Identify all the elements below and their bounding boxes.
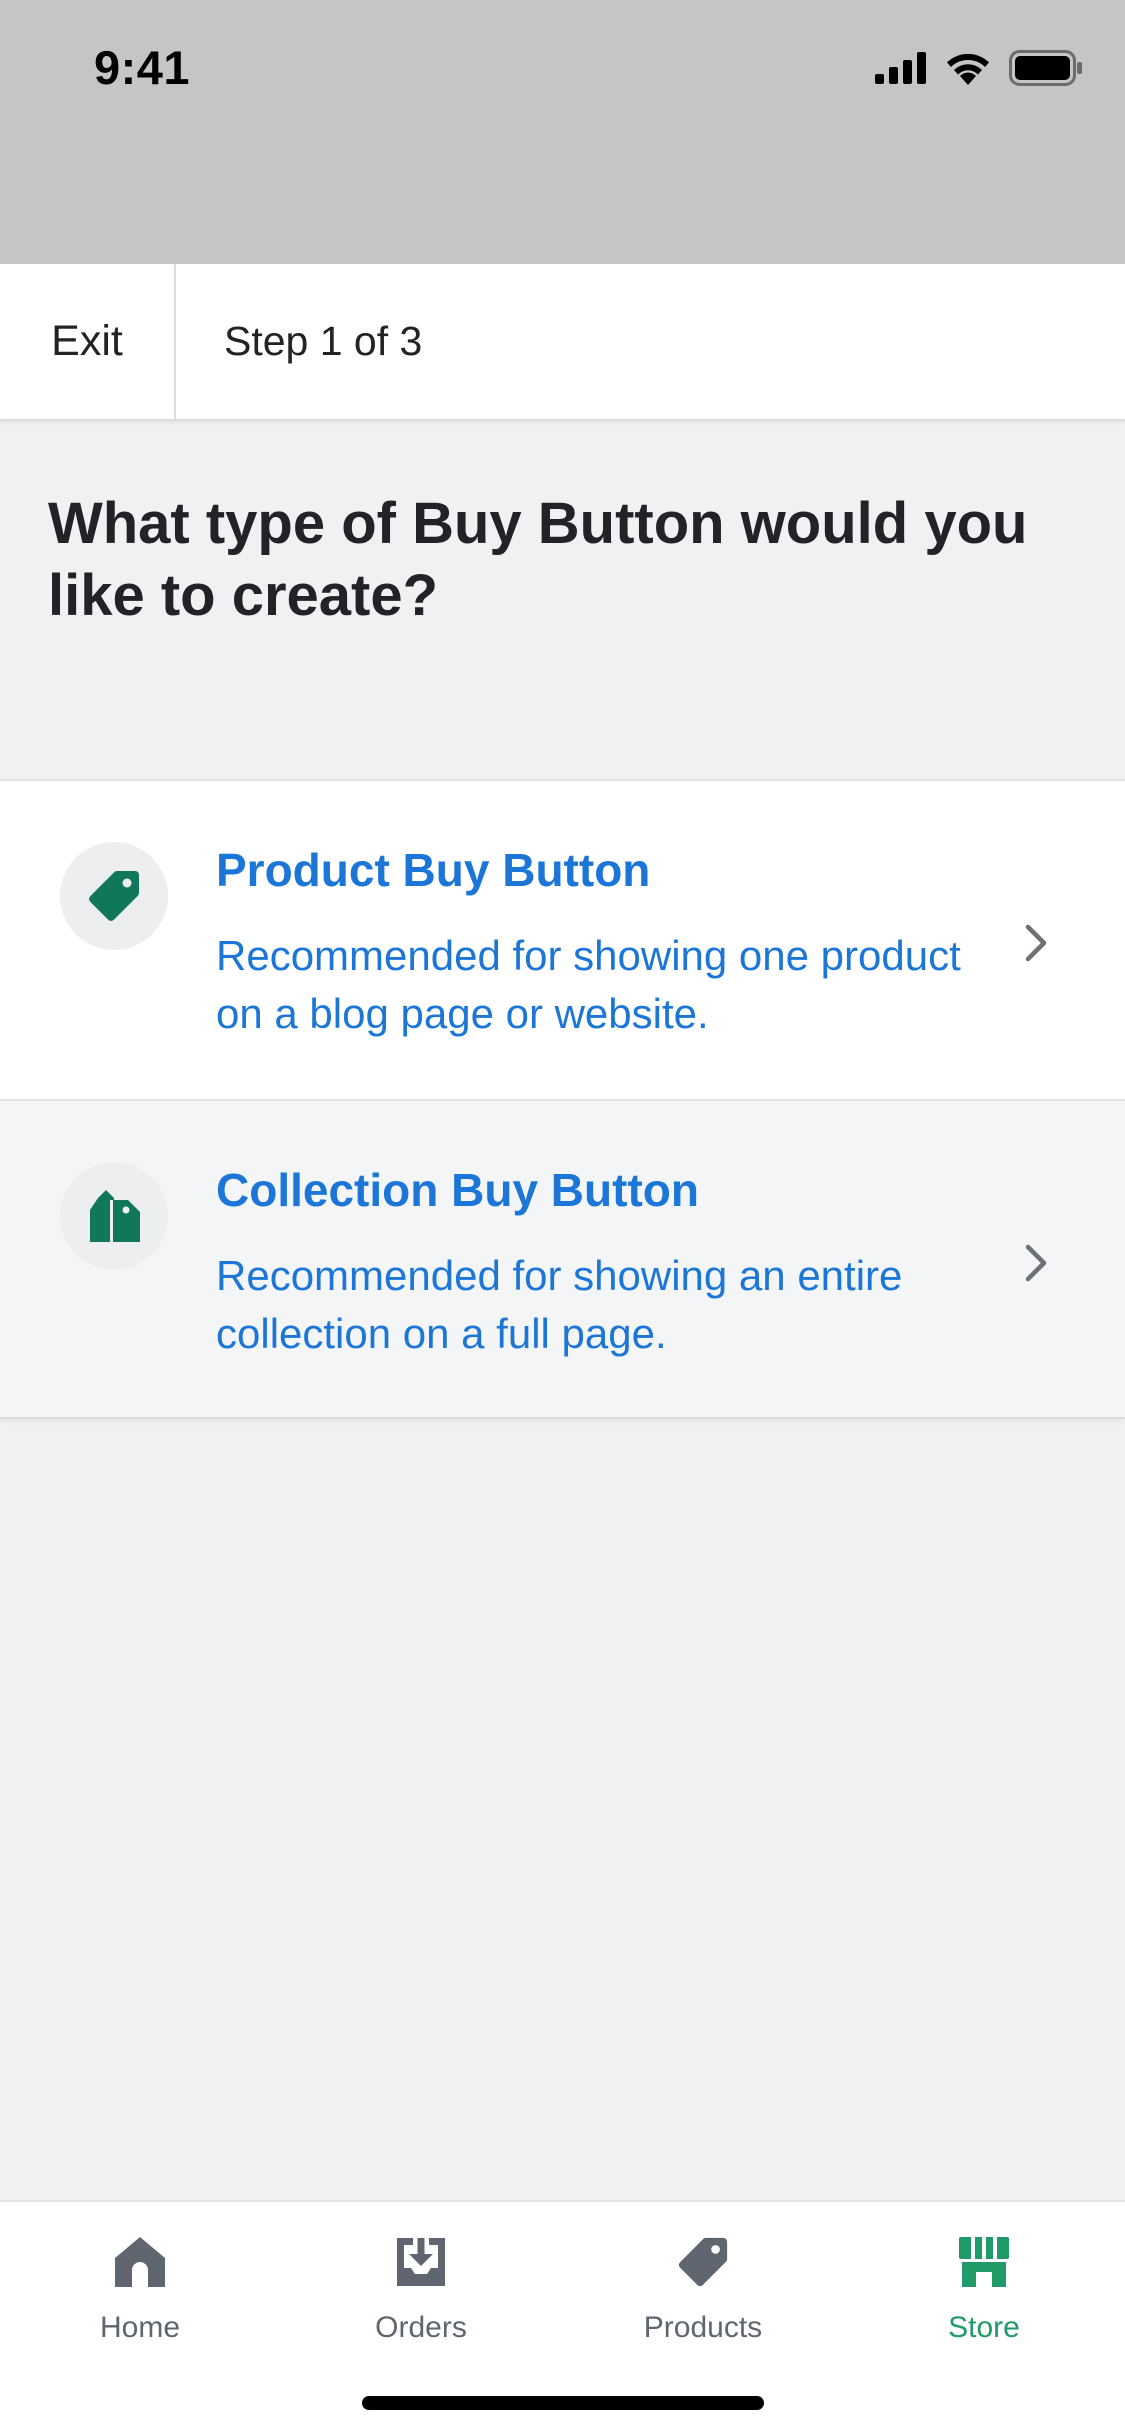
signal-icon <box>875 52 927 89</box>
step-indicator: Step 1 of 3 <box>224 318 423 364</box>
status-bar: 9:41 <box>0 0 1125 264</box>
option-title: Collection Buy Button <box>216 1164 699 1216</box>
tag-group-icon <box>60 1162 168 1270</box>
tab-label: Orders <box>375 2311 467 2344</box>
tab-label: Home <box>99 2311 181 2344</box>
chevron-right-icon <box>1018 1241 1054 1290</box>
page-title: What type of Buy Button would you like t… <box>48 491 1028 628</box>
collection-buy-button-option[interactable]: Collection Buy Button Recommended for sh… <box>0 1099 1125 1419</box>
store-icon <box>956 2234 1012 2295</box>
tab-home[interactable]: Home <box>40 2234 240 2345</box>
status-time: 9:41 <box>94 41 191 94</box>
wifi-icon <box>945 51 991 90</box>
orders-icon <box>393 2234 449 2295</box>
tab-products[interactable]: Products <box>603 2234 803 2345</box>
option-description: Recommended for showing an entire collec… <box>216 1252 903 1357</box>
option-title: Product Buy Button <box>216 844 651 896</box>
battery-icon <box>1009 50 1083 91</box>
exit-button[interactable]: Exit <box>0 264 176 419</box>
products-tag-icon <box>675 2234 731 2295</box>
product-buy-button-option[interactable]: Product Buy Button Recommended for showi… <box>0 779 1125 1099</box>
chevron-right-icon <box>1018 921 1054 970</box>
tab-label: Store <box>948 2311 1020 2344</box>
price-tag-icon <box>60 842 168 950</box>
tab-store[interactable]: Store <box>884 2234 1084 2345</box>
option-description: Recommended for showing one product on a… <box>216 932 961 1037</box>
tab-orders[interactable]: Orders <box>321 2234 521 2345</box>
top-nav: Exit Step 1 of 3 <box>0 264 1125 421</box>
home-indicator[interactable] <box>362 2396 764 2410</box>
home-icon <box>112 2234 168 2295</box>
status-icons <box>875 50 1083 91</box>
tab-label: Products <box>643 2311 763 2344</box>
